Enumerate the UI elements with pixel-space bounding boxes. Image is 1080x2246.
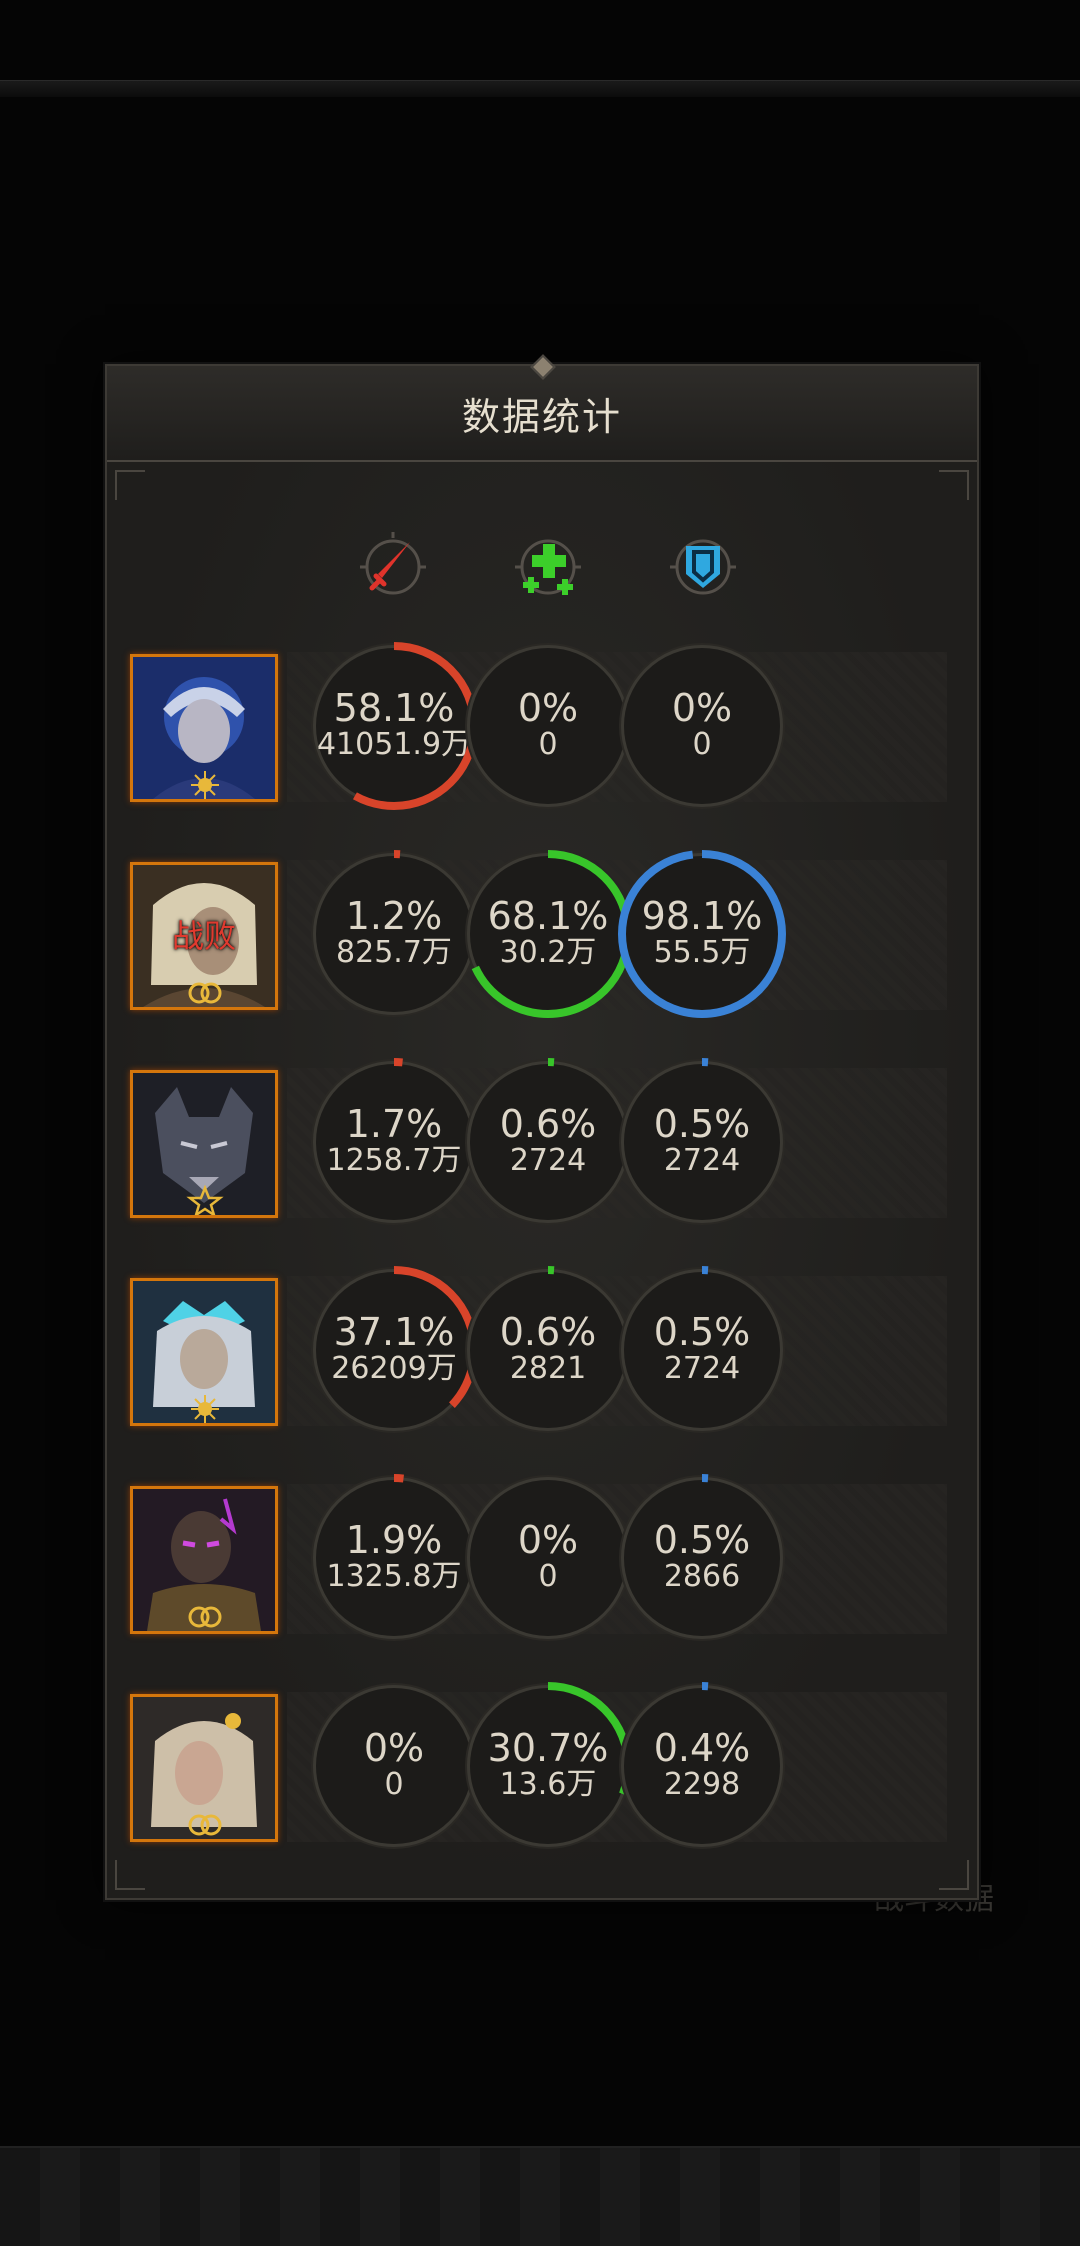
blue-haired-mage-portrait[interactable] (130, 654, 278, 802)
damage-value: 1258.7万 (326, 1143, 462, 1178)
dark-knight-portrait[interactable] (130, 1486, 278, 1634)
panel-title: 数据统计 (461, 394, 622, 439)
heal-value: 13.6万 (499, 1767, 597, 1802)
heal-ring: 0% 0 (460, 1470, 636, 1646)
shield-ring: 0.5% 2724 (614, 1054, 790, 1230)
heal-value: 2724 (509, 1143, 587, 1178)
damage-ring: 58.1% 41051.9万 (306, 638, 482, 814)
bottom-bar-strip (0, 2146, 1080, 2246)
damage-percent: 1.7% (345, 1102, 443, 1146)
heal-ring: 0.6% 2724 (460, 1054, 636, 1230)
hero-row-6: 0% 0 30.7% 13.6万 0.4% 2298 (107, 1682, 977, 1872)
shield-percent: 0.4% (653, 1726, 751, 1770)
blonde-warrior-portrait[interactable]: 战败 (130, 862, 278, 1010)
shield-percent: 98.1% (641, 894, 763, 938)
heal-percent: 0% (517, 686, 579, 730)
shield-ring: 0.5% 2866 (614, 1470, 790, 1646)
damage-percent: 0% (363, 1726, 425, 1770)
damage-value: 825.7万 (336, 935, 452, 970)
damage-ring: 37.1% 26209万 (306, 1262, 482, 1438)
heal-percent: 30.7% (487, 1726, 609, 1770)
damage-percent: 1.2% (345, 894, 443, 938)
hero-row-1: 58.1% 41051.9万 0% 0 0% 0 (107, 642, 977, 832)
moon-badge (181, 1601, 229, 1631)
shield-value: 2866 (663, 1559, 741, 1594)
stats-panel: 数据统计 58.1% 41051.9万 0% 0 0% 0 战败 1.2% 82… (105, 354, 979, 1900)
sun-badge (181, 769, 229, 799)
shield-value: 55.5万 (653, 935, 751, 970)
shield-ring: 0% 0 (614, 638, 790, 814)
shield-value: 2724 (663, 1351, 741, 1386)
hero-row-5: 1.9% 1325.8万 0% 0 0.5% 2866 (107, 1474, 977, 1664)
shield-ring: 0.4% 2298 (614, 1678, 790, 1854)
sun-badge (181, 1393, 229, 1423)
shield-ring: 98.1% 55.5万 (614, 846, 790, 1022)
heal-value: 0 (538, 727, 558, 762)
star-badge (181, 1185, 229, 1215)
corner-ornament (939, 470, 969, 500)
silver-haired-priestess-portrait[interactable] (130, 1694, 278, 1842)
heal-ring: 30.7% 13.6万 (460, 1678, 636, 1854)
damage-value: 26209万 (331, 1351, 457, 1386)
heal-percent: 68.1% (487, 894, 609, 938)
heal-percent: 0.6% (499, 1310, 597, 1354)
ice-crowned-sage-portrait[interactable] (130, 1278, 278, 1426)
damage-percent: 1.9% (345, 1518, 443, 1562)
shield-value: 2298 (663, 1767, 741, 1802)
shield-percent: 0.5% (653, 1102, 751, 1146)
damage-ring: 0% 0 (306, 1678, 482, 1854)
heal-percent: 0.6% (499, 1102, 597, 1146)
defeated-label: 战败 (171, 917, 236, 955)
heal-ring: 0.6% 2821 (460, 1262, 636, 1438)
corner-ornament (115, 470, 145, 500)
moon-badge (181, 1809, 229, 1839)
top-bar-strip (0, 80, 1080, 97)
heal-value: 0 (538, 1559, 558, 1594)
panel-header: 数据统计 (107, 354, 977, 462)
damage-ring: 1.7% 1258.7万 (306, 1054, 482, 1230)
hero-row-2: 战败 1.2% 825.7万 68.1% 30.2万 98.1% 55.5万 (107, 850, 977, 1040)
heal-percent: 0% (517, 1518, 579, 1562)
damage-value: 1325.8万 (326, 1559, 462, 1594)
heal-value: 2821 (509, 1351, 587, 1386)
shield-percent: 0% (671, 686, 733, 730)
hero-row-4: 37.1% 26209万 0.6% 2821 0.5% 2724 (107, 1266, 977, 1456)
shield-icon (658, 522, 748, 612)
sword-damage-icon (348, 522, 438, 612)
damage-value: 0 (384, 1767, 404, 1802)
moon-badge (181, 977, 229, 1007)
heal-value: 30.2万 (499, 935, 597, 970)
damage-percent: 58.1% (333, 686, 455, 730)
hero-row-3: 1.7% 1258.7万 0.6% 2724 0.5% 2724 (107, 1058, 977, 1248)
shield-ring: 0.5% 2724 (614, 1262, 790, 1438)
shield-percent: 0.5% (653, 1518, 751, 1562)
werewolf-portrait[interactable] (130, 1070, 278, 1218)
heal-ring: 68.1% 30.2万 (460, 846, 636, 1022)
shield-percent: 0.5% (653, 1310, 751, 1354)
heal-ring: 0% 0 (460, 638, 636, 814)
damage-percent: 37.1% (333, 1310, 455, 1354)
damage-ring: 1.2% 825.7万 (306, 846, 482, 1022)
shield-value: 2724 (663, 1143, 741, 1178)
shield-value: 0 (692, 727, 712, 762)
damage-value: 41051.9万 (316, 727, 472, 762)
heal-plus-icon (503, 522, 593, 612)
damage-ring: 1.9% 1325.8万 (306, 1470, 482, 1646)
